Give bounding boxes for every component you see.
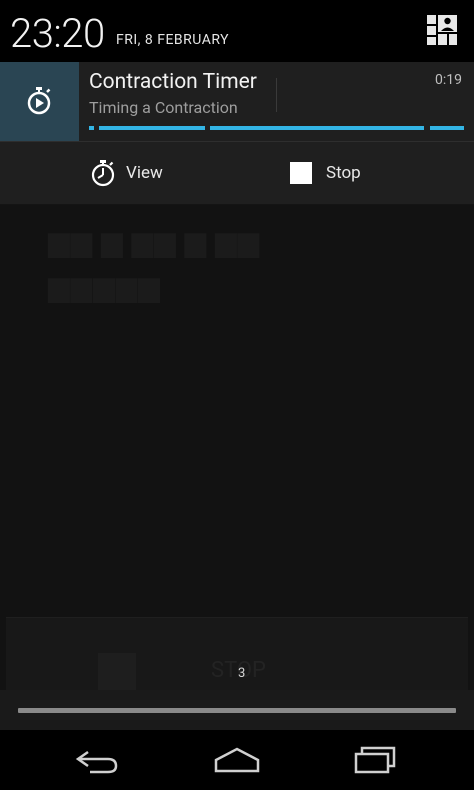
contraction-timer-notification[interactable]: Contraction Timer 0:19 Timing a Contract… [0,62,474,204]
stop-action-button[interactable]: Stop [290,142,361,204]
quick-settings-icon [427,15,457,45]
stop-action-label: Stop [326,163,361,183]
notification-app-icon [0,62,79,141]
view-action-button[interactable]: View [90,142,163,204]
indeterminate-progress-bar [89,126,464,130]
stopwatch-play-icon [27,87,51,115]
navigation-bar [0,730,474,790]
shade-handle-area[interactable] [0,690,474,730]
recent-apps-icon [354,746,396,774]
home-button[interactable] [212,744,262,780]
shade-header: 23:20 FRI, 8 FEBRUARY [0,0,474,62]
clock: 23:20 [10,10,105,57]
date: FRI, 8 FEBRUARY [116,32,230,48]
action-separator [276,78,277,112]
stopwatch-icon [91,160,115,187]
back-icon [75,750,118,774]
view-action-label: View [126,163,163,183]
background-square [98,653,136,693]
background-badge: 3 [238,666,246,681]
screen: ▆▆ ▆ ▆▆ ▆ ▆▆ ▆▆▆▆▆ STOP 3 23:20 FRI, 8 F… [0,0,474,790]
background-ghost-text: ▆▆ ▆ ▆▆ ▆ ▆▆ [48,225,261,258]
stop-square-icon [290,162,312,184]
background-button-bar: STOP 3 [6,617,468,693]
background-ghost-text: ▆▆▆▆▆ [48,270,161,303]
notification-subtitle: Timing a Contraction [89,98,238,117]
back-button[interactable] [74,744,122,780]
home-icon [214,747,260,773]
quick-settings-button[interactable] [426,14,458,46]
notification-title: Contraction Timer [89,70,257,94]
notification-divider [0,141,474,142]
recent-apps-button[interactable] [352,744,398,780]
shade-drag-handle[interactable] [18,708,456,713]
notification-elapsed-time: 0:19 [435,72,462,88]
